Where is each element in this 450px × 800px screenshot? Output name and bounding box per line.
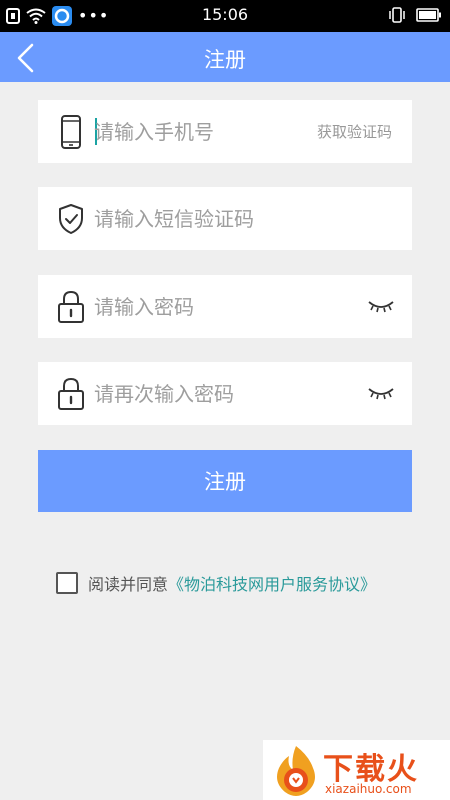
toggle-password-visibility-button[interactable] xyxy=(366,296,396,316)
flame-logo-icon xyxy=(277,746,315,796)
eye-closed-icon xyxy=(368,388,394,400)
eye-closed-icon xyxy=(368,301,394,313)
status-bar: ••• 15:06 xyxy=(0,0,450,32)
phone-input[interactable] xyxy=(94,100,324,163)
agreement-prefix: 阅读并同意 xyxy=(88,575,169,594)
vibrate-icon xyxy=(389,7,405,23)
register-button[interactable]: 注册 xyxy=(38,450,412,512)
get-code-button[interactable]: 获取验证码 xyxy=(317,121,392,142)
shield-check-icon xyxy=(56,201,86,237)
sms-code-input[interactable] xyxy=(94,187,324,250)
password-field xyxy=(38,275,412,338)
sms-code-field xyxy=(38,187,412,250)
agreement-link[interactable]: 《物泊科技网用户服务协议》 xyxy=(168,571,376,595)
confirm-password-input[interactable] xyxy=(94,362,324,425)
nav-bar: 注册 xyxy=(0,32,450,82)
phone-icon xyxy=(56,114,86,150)
password-input[interactable] xyxy=(94,275,324,338)
status-bar-right xyxy=(388,7,442,23)
lock-icon xyxy=(56,376,86,412)
phone-field: 获取验证码 xyxy=(38,100,412,163)
status-time: 15:06 xyxy=(201,5,249,24)
lock-icon xyxy=(56,289,86,325)
confirm-password-field xyxy=(38,362,412,425)
agreement-row: 阅读并同意 《物泊科技网用户服务协议》 xyxy=(56,571,376,595)
toggle-confirm-password-visibility-button[interactable] xyxy=(366,383,396,403)
page-title: 注册 xyxy=(204,48,246,72)
agreement-checkbox[interactable] xyxy=(56,572,78,594)
watermark: 下载火 xiazaihuo.com xyxy=(263,740,450,800)
watermark-subtitle: xiazaihuo.com xyxy=(325,782,412,796)
battery-icon xyxy=(416,8,441,22)
